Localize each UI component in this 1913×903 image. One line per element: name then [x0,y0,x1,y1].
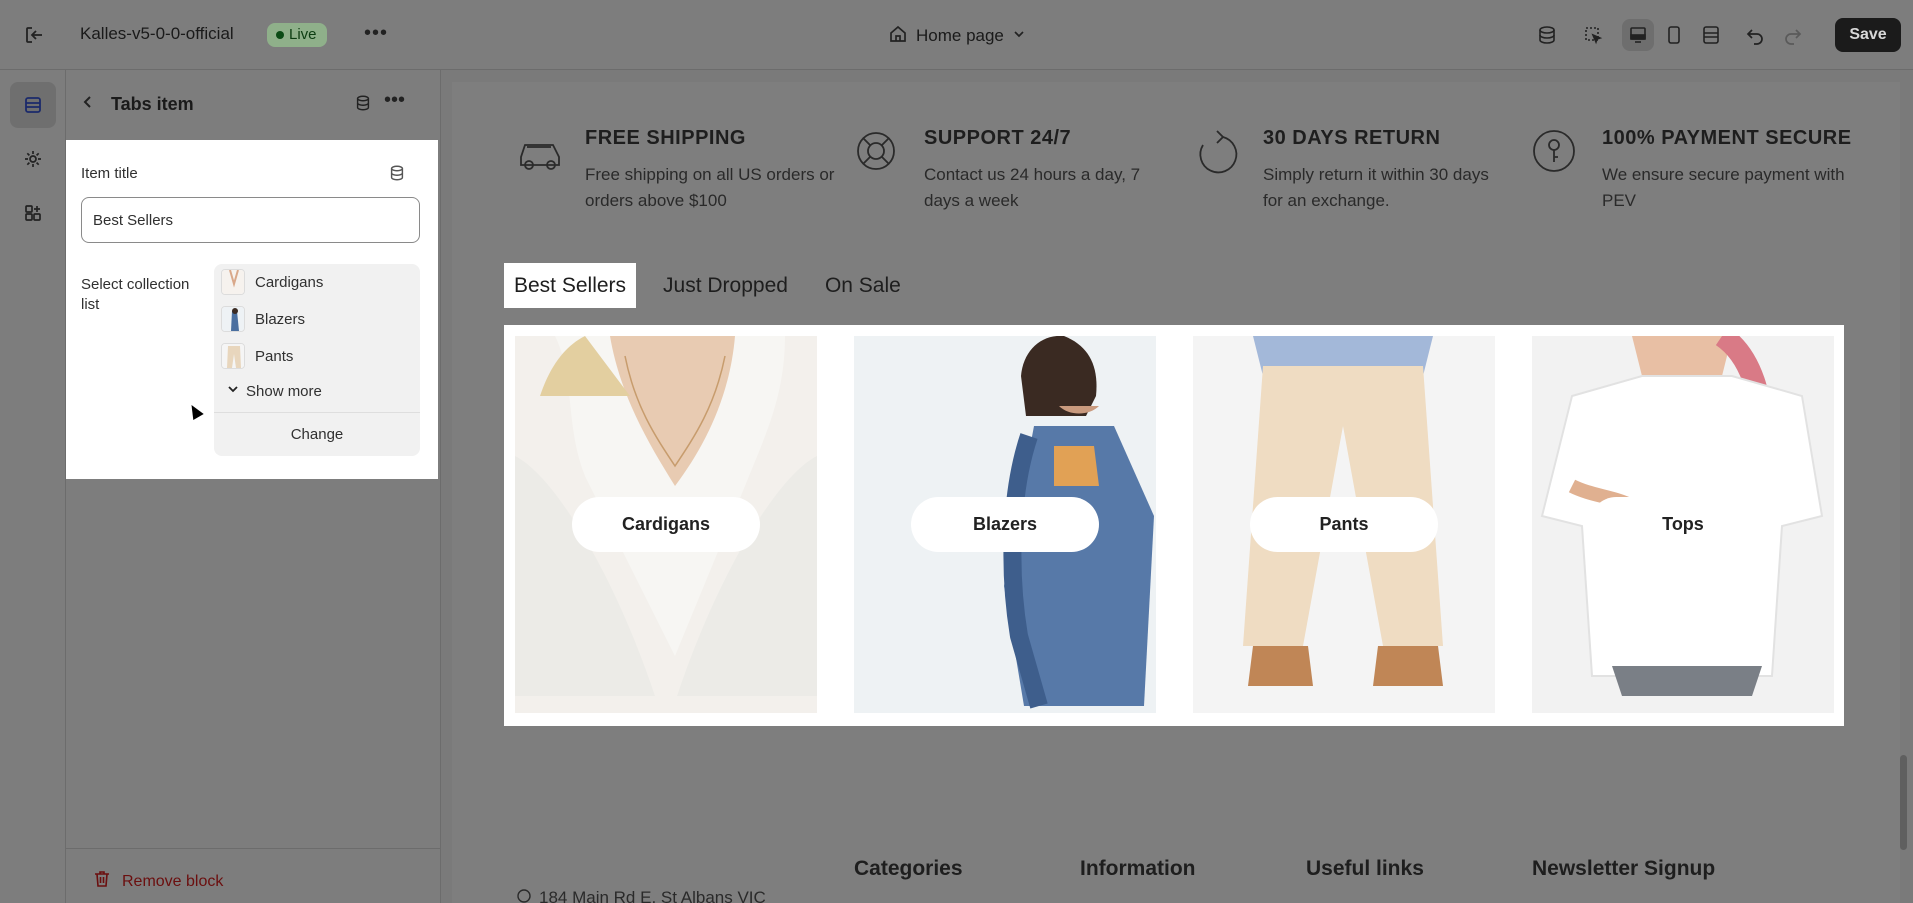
collection-name: Blazers [255,310,306,328]
apps-icon[interactable] [10,190,56,236]
footer-heading: Categories [854,857,963,880]
home-icon [888,24,908,49]
footer-heading: Newsletter Signup [1532,857,1716,880]
feature-title: 100% PAYMENT SECURE [1602,127,1852,149]
footer-address-text: 184 Main Rd E, St Albans VIC [539,888,766,903]
collection-name: Cardigans [255,273,324,291]
chevron-down-icon [1012,26,1026,46]
collection-tabs: Best Sellers Just Dropped On Sale [504,263,928,308]
panel-footer: Remove block [66,848,441,903]
full-width-view-icon[interactable] [1695,19,1727,51]
footer-heading: Useful links [1306,857,1424,880]
remove-block-button[interactable]: Remove block [94,870,223,893]
collection-card[interactable]: Pants [1193,336,1495,713]
desktop-view-icon[interactable] [1622,19,1654,51]
page-selector-label: Home page [916,26,1004,45]
more-actions-icon[interactable]: ••• [364,22,388,45]
settings-gear-icon[interactable] [10,136,56,182]
item-title-label: Item title [81,165,138,182]
collection-item[interactable]: Pants [214,338,420,374]
item-title-source-icon[interactable] [388,164,406,187]
show-more-button[interactable]: Show more [226,382,322,400]
pants-thumbnail [221,343,245,369]
collection-pill[interactable]: Tops [1589,497,1777,552]
collection-item[interactable]: Cardigans [214,264,420,300]
sections-icon[interactable] [10,82,56,128]
collection-pill[interactable]: Cardigans [572,497,760,552]
change-button[interactable]: Change [214,413,420,456]
blazers-thumbnail [221,306,245,332]
lifebuoy-icon [854,127,904,177]
collection-name: Pants [255,347,294,365]
settings-card: Item title Select collection list Cardig… [66,140,438,479]
collection-card[interactable]: Cardigans [515,336,817,713]
top-bar: Kalles-v5-0-0-official Live ••• Home pag… [0,0,1913,70]
collection-grid: Cardigans Blazers Pants Tops [504,325,1844,726]
collection-card[interactable]: Tops [1532,336,1834,713]
live-status-badge: Live [267,23,327,47]
collection-card[interactable]: Blazers [854,336,1156,713]
location-pin-icon [517,888,531,903]
store-name: Kalles-v5-0-0-official [80,24,234,43]
redo-icon[interactable] [1777,19,1809,51]
feature-text: Free shipping on all US orders or orders… [585,165,835,210]
exit-icon[interactable] [22,23,46,47]
item-title-input[interactable] [81,197,420,243]
panel-title: Tabs item [111,94,194,114]
show-more-label: Show more [246,382,322,400]
tab-on-sale[interactable]: On Sale [815,263,911,308]
collection-item[interactable]: Blazers [214,301,420,337]
panel-header: Tabs item ••• [66,70,441,140]
footer-address: 184 Main Rd E, St Albans VIC [517,888,766,903]
inspector-icon[interactable] [1577,19,1609,51]
cardigans-thumbnail [221,269,245,295]
remove-block-label: Remove block [122,872,224,890]
block-settings-panel: Tabs item ••• Item title Select collecti… [66,70,441,903]
left-rail [0,70,66,903]
collection-list-label: Select collection list [81,276,190,313]
feature-title: SUPPORT 24/7 [924,127,1072,149]
trash-icon [94,870,110,893]
back-arrow-icon[interactable] [80,93,96,116]
feature-text: Contact us 24 hours a day, 7 days a week [924,165,1141,210]
database-icon[interactable] [1531,19,1563,51]
page-selector[interactable]: Home page [888,22,1026,50]
feature-title: 30 DAYS RETURN [1263,127,1441,149]
truck-icon [515,127,565,177]
secure-payment-icon [1532,127,1582,177]
tab-just-dropped[interactable]: Just Dropped [653,263,798,308]
preview-scrollbar[interactable] [1900,755,1907,850]
feature-text: Simply return it within 30 days for an e… [1263,165,1489,210]
dynamic-source-icon[interactable] [354,94,372,117]
feature-title: FREE SHIPPING [585,127,746,149]
feature-text: We ensure secure payment with PEV [1602,165,1845,210]
tab-best-sellers[interactable]: Best Sellers [504,263,637,308]
footer-heading: Information [1080,857,1196,880]
return-icon [1193,127,1243,177]
collection-list-box: Cardigans Blazers Pants Show more Change [214,264,420,456]
panel-more-icon[interactable]: ••• [384,89,405,112]
chevron-down-icon [226,382,240,400]
mobile-view-icon[interactable] [1658,19,1690,51]
collection-pill[interactable]: Blazers [911,497,1099,552]
storefront-preview: FREE SHIPPING Free shipping on all US or… [452,82,1900,903]
collection-pill[interactable]: Pants [1250,497,1438,552]
undo-icon[interactable] [1739,19,1771,51]
save-button[interactable]: Save [1835,18,1901,52]
